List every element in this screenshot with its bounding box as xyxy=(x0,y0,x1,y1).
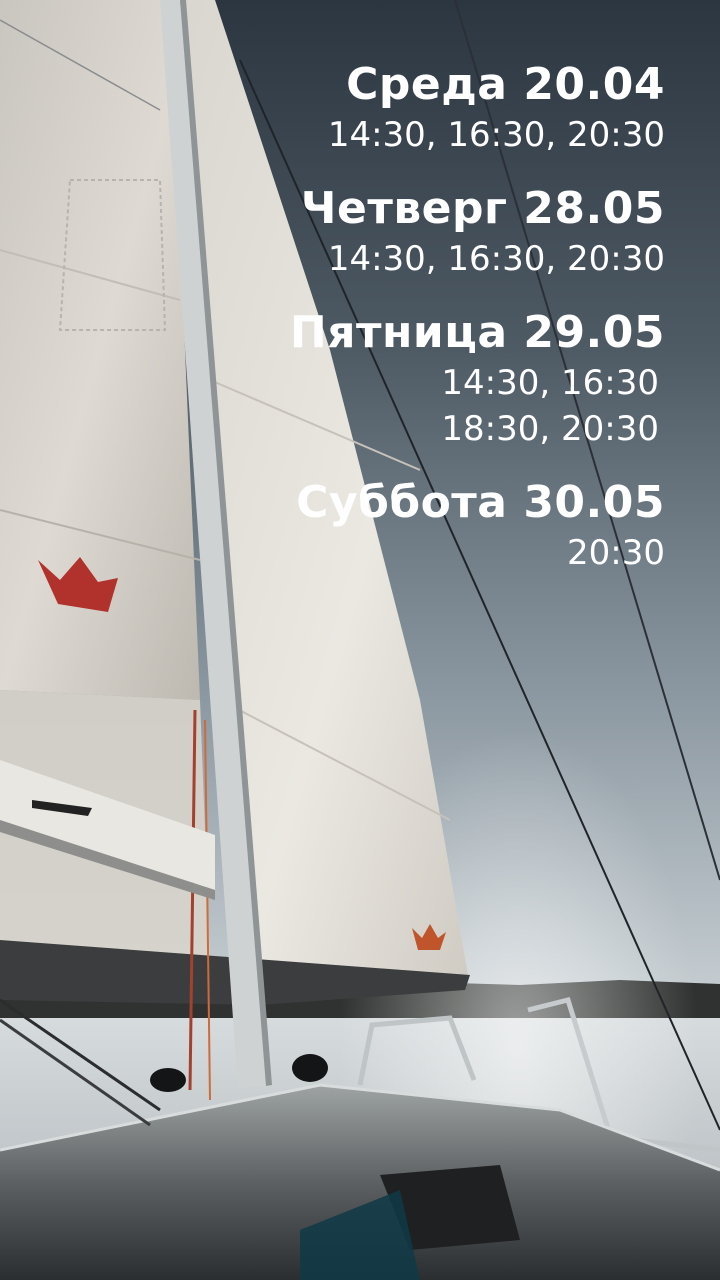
day-title: Пятница 29.05 xyxy=(289,307,665,358)
schedule-day-wednesday: Среда 20.04 14:30, 16:30, 20:30 xyxy=(185,58,665,158)
schedule-list: Среда 20.04 14:30, 16:30, 20:30 Четверг … xyxy=(185,58,665,600)
winch xyxy=(292,1054,328,1082)
day-title: Суббота 30.05 xyxy=(296,477,665,528)
session-times: 14:30, 16:30 xyxy=(441,363,659,403)
schedule-day-friday: Пятница 29.05 14:30, 16:30 18:30, 20:30 xyxy=(185,306,665,452)
day-title: Четверг 28.05 xyxy=(300,183,665,234)
session-times: 14:30, 16:30, 20:30 xyxy=(327,239,665,279)
schedule-day-thursday: Четверг 28.05 14:30, 16:30, 20:30 xyxy=(185,182,665,282)
schedule-day-saturday: Суббота 30.05 20:30 xyxy=(185,476,665,576)
session-times: 20:30 xyxy=(567,533,665,573)
session-times: 18:30, 20:30 xyxy=(441,409,659,449)
day-title: Среда 20.04 xyxy=(346,59,665,110)
session-times: 14:30, 16:30, 20:30 xyxy=(327,115,665,155)
